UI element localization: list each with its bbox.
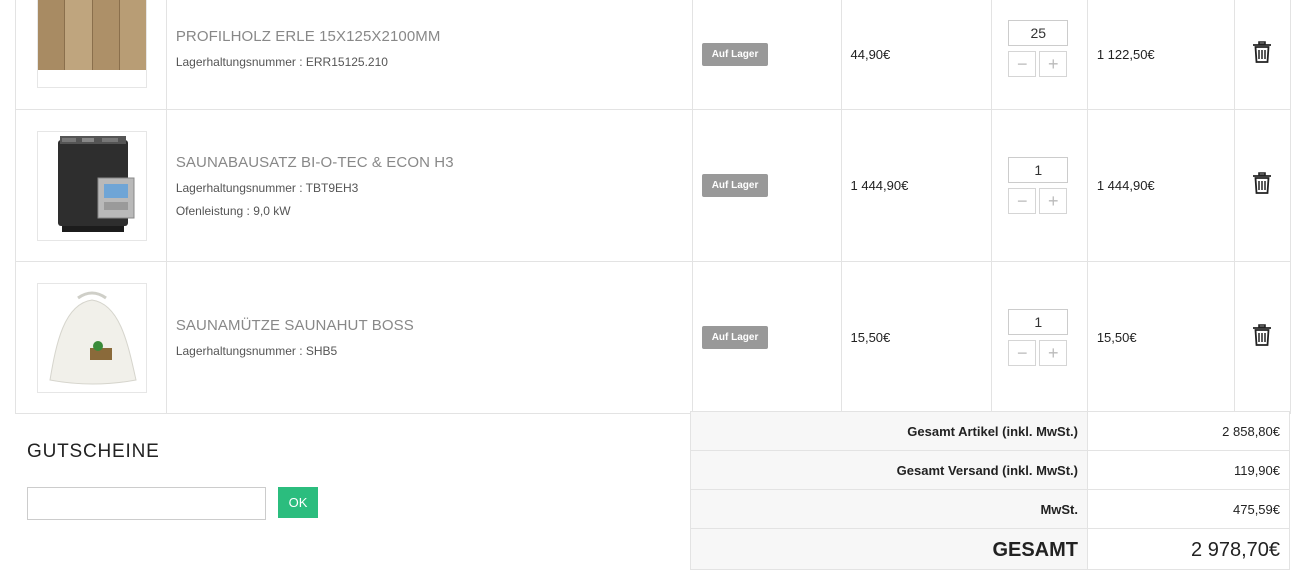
product-name[interactable]: SAUNAMÜTZE SAUNAHUT BOSS	[176, 317, 692, 334]
product-sku: Lagerhaltungsnummer : TBT9EH3	[175, 180, 359, 195]
wood-panel-picture	[38, 0, 146, 70]
quantity-input[interactable]	[1008, 309, 1069, 335]
unit-price: 15,50€	[850, 329, 891, 345]
product-image-sauna-hat[interactable]	[37, 282, 147, 393]
apply-coupon-button[interactable]: OK	[278, 487, 318, 518]
trash-icon[interactable]	[1252, 41, 1272, 63]
product-image-sauna-heater[interactable]	[37, 130, 147, 241]
trash-icon[interactable]	[1252, 324, 1272, 346]
quantity-increase-button[interactable]: +	[1039, 51, 1068, 77]
totals-row: Gesamt Artikel (inkl. MwSt.) 2 858,80€	[690, 411, 1290, 451]
line-total: 15,50€	[1096, 329, 1137, 345]
quantity-input[interactable]	[1008, 157, 1069, 183]
unit-price: 1 444,90€	[850, 177, 909, 193]
cart-table: PROFILHOLZ ERLE 15X125X2100MM Lagerhaltu…	[15, 0, 1292, 414]
quantity-increase-button[interactable]: +	[1039, 340, 1068, 366]
product-sku: Lagerhaltungsnummer : SHB5	[175, 344, 338, 358]
quantity-decrease-button[interactable]: −	[1008, 51, 1037, 77]
order-totals: Gesamt Artikel (inkl. MwSt.) 2 858,80€ G…	[690, 411, 1290, 570]
totals-value: 119,90€	[1087, 450, 1290, 490]
cart-row: SAUNABAUSATZ BI-O-TEC & ECON H3 Lagerhal…	[15, 109, 1292, 262]
stock-badge: Auf Lager	[701, 326, 769, 349]
totals-label: Gesamt Versand (inkl. MwSt.)	[690, 450, 1088, 490]
sauna-heater-picture	[38, 131, 146, 240]
coupons-title: GUTSCHEINE	[27, 441, 160, 462]
cart-row: SAUNAMÜTZE SAUNAHUT BOSS Lagerhaltungsnu…	[15, 261, 1292, 414]
coupon-code-input[interactable]	[27, 487, 266, 520]
product-attribute: Ofenleistung : 9,0 kW	[175, 203, 291, 218]
quantity-decrease-button[interactable]: −	[1008, 188, 1037, 214]
stock-badge: Auf Lager	[701, 174, 769, 197]
totals-label: Gesamt Artikel (inkl. MwSt.)	[690, 411, 1088, 451]
totals-value: 2 858,80€	[1087, 411, 1290, 451]
grand-total-row: GESAMT 2 978,70€	[690, 528, 1290, 570]
grand-total-label: GESAMT	[690, 528, 1088, 570]
sauna-hat-picture	[38, 283, 146, 392]
stock-badge: Auf Lager	[701, 43, 769, 66]
totals-row: Gesamt Versand (inkl. MwSt.) 119,90€	[690, 450, 1290, 490]
totals-label: MwSt.	[690, 489, 1088, 529]
quantity-decrease-button[interactable]: −	[1008, 340, 1037, 366]
trash-icon[interactable]	[1252, 172, 1272, 194]
product-image-wood-panel[interactable]	[37, 0, 147, 88]
totals-row: MwSt. 475,59€	[690, 489, 1290, 529]
quantity-input[interactable]	[1008, 20, 1069, 46]
product-sku: Lagerhaltungsnummer : ERR15125.210	[175, 55, 388, 69]
product-name[interactable]: SAUNABAUSATZ BI-O-TEC & ECON H3	[176, 154, 692, 171]
totals-value: 475,59€	[1087, 489, 1290, 529]
line-total: 1 444,90€	[1096, 177, 1155, 193]
grand-total-value: 2 978,70€	[1087, 528, 1290, 570]
product-name[interactable]: PROFILHOLZ ERLE 15X125X2100MM	[176, 28, 692, 45]
cart-row: PROFILHOLZ ERLE 15X125X2100MM Lagerhaltu…	[15, 0, 1292, 110]
quantity-increase-button[interactable]: +	[1039, 188, 1068, 214]
line-total: 1 122,50€	[1096, 46, 1155, 62]
unit-price: 44,90€	[850, 46, 891, 62]
